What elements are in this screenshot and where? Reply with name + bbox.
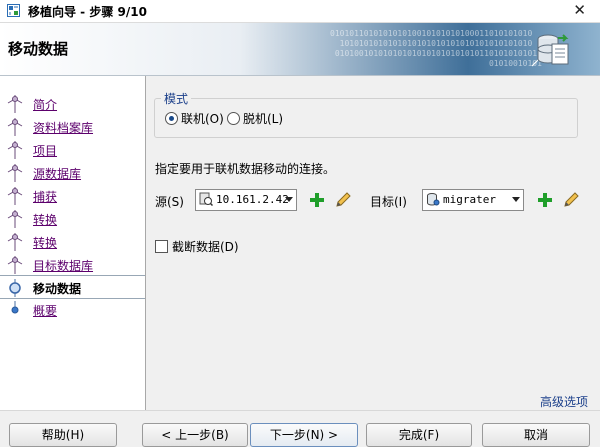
truncate-data-label: 截断数据(D) [172, 240, 239, 254]
dropdown-arrow-icon [285, 197, 293, 202]
checkbox-unchecked-icon [155, 240, 168, 253]
add-target-connection-icon[interactable] [536, 191, 554, 209]
step-move-data[interactable]: 移动数据 [0, 275, 145, 299]
steps-sidebar: 简介 资料档案库 项目 源数据库 捕获 转换 转换 目标数据库 移动数据 概要 [0, 76, 146, 410]
step-done-icon [7, 164, 23, 182]
advanced-options-link[interactable]: 高级选项 [540, 393, 588, 410]
online-radio-label: 联机(O) [181, 112, 224, 126]
finish-button[interactable]: 完成(F) [366, 423, 472, 447]
offline-radio[interactable]: 脱机(L) [227, 110, 283, 127]
target-connection-select[interactable]: migrater [422, 189, 524, 211]
target-value: migrater [443, 193, 496, 206]
step-label: 转换 [33, 236, 58, 250]
close-window-button[interactable]: ✕ [573, 1, 586, 19]
step-done-icon [7, 233, 23, 251]
header-banner: 移动数据 01010110101010101001010101010001101… [0, 23, 600, 76]
step-label: 转换 [33, 213, 58, 227]
step-project[interactable]: 项目 [0, 138, 145, 160]
step-label: 目标数据库 [33, 259, 94, 273]
step-pending-icon [11, 301, 19, 314]
next-button[interactable]: 下一步(N) > [250, 423, 358, 447]
step-done-icon [7, 210, 23, 228]
step-label: 项目 [33, 144, 58, 158]
offline-radio-label: 脱机(L) [243, 112, 284, 126]
step-done-icon [7, 95, 23, 113]
step-done-icon [7, 187, 23, 205]
connection-icon [199, 192, 213, 206]
source-label: 源(S) [155, 195, 184, 209]
step-label: 捕获 [33, 190, 58, 204]
window-title: 移植向导 - 步骤 9/10 [28, 5, 147, 19]
step-current-icon [9, 279, 21, 297]
database-icon [427, 193, 440, 206]
radio-unselected-icon [227, 112, 240, 125]
dropdown-arrow-icon [512, 197, 520, 202]
mode-legend: 模式 [161, 90, 192, 107]
button-bar: 帮助(H) < 上一步(B) 下一步(N) > 完成(F) 取消 [0, 410, 600, 447]
step-convert-2[interactable]: 转换 [0, 230, 145, 252]
truncate-data-checkbox[interactable]: 截断数据(D) [155, 238, 239, 255]
connection-row: 源(S) 10.161.2.42 目标(I) migrater [146, 189, 600, 211]
instruction-text: 指定要用于联机数据移动的连接。 [155, 162, 336, 176]
page-title: 移动数据 [8, 40, 69, 58]
step-label: 资料档案库 [33, 121, 94, 135]
target-label: 目标(I) [370, 195, 407, 209]
edit-source-connection-icon[interactable] [334, 191, 352, 209]
step-intro[interactable]: 简介 [0, 92, 145, 114]
step-source-database[interactable]: 源数据库 [0, 161, 145, 183]
step-done-icon [7, 118, 23, 136]
title-bar: 移植向导 - 步骤 9/10 ✕ [0, 0, 600, 23]
step-repository[interactable]: 资料档案库 [0, 115, 145, 137]
step-convert-1[interactable]: 转换 [0, 207, 145, 229]
step-label: 源数据库 [33, 167, 82, 181]
step-capture[interactable]: 捕获 [0, 184, 145, 206]
database-transfer-icon [531, 34, 569, 67]
radio-selected-icon [165, 112, 178, 125]
online-radio[interactable]: 联机(O) [165, 110, 224, 127]
cancel-button[interactable]: 取消 [482, 423, 590, 447]
step-summary[interactable]: 概要 [0, 298, 145, 320]
main-panel: 模式 联机(O) 脱机(L) 指定要用于联机数据移动的连接。 源(S) 10.1… [146, 76, 600, 410]
help-button[interactable]: 帮助(H) [9, 423, 117, 447]
back-button[interactable]: < 上一步(B) [142, 423, 248, 447]
binary-decoration: 0101011010101010100101010101000110101010… [330, 29, 542, 68]
mode-groupbox: 模式 联机(O) 脱机(L) [154, 90, 578, 138]
step-label: 概要 [33, 304, 58, 318]
step-label: 移动数据 [33, 282, 82, 296]
step-done-icon [7, 256, 23, 274]
add-source-connection-icon[interactable] [308, 191, 326, 209]
step-done-icon [7, 141, 23, 159]
step-label: 简介 [33, 98, 58, 112]
edit-target-connection-icon[interactable] [562, 191, 580, 209]
source-connection-select[interactable]: 10.161.2.42 [195, 189, 297, 211]
step-target-database[interactable]: 目标数据库 [0, 253, 145, 275]
app-icon [7, 4, 20, 17]
source-value: 10.161.2.42 [216, 193, 289, 206]
